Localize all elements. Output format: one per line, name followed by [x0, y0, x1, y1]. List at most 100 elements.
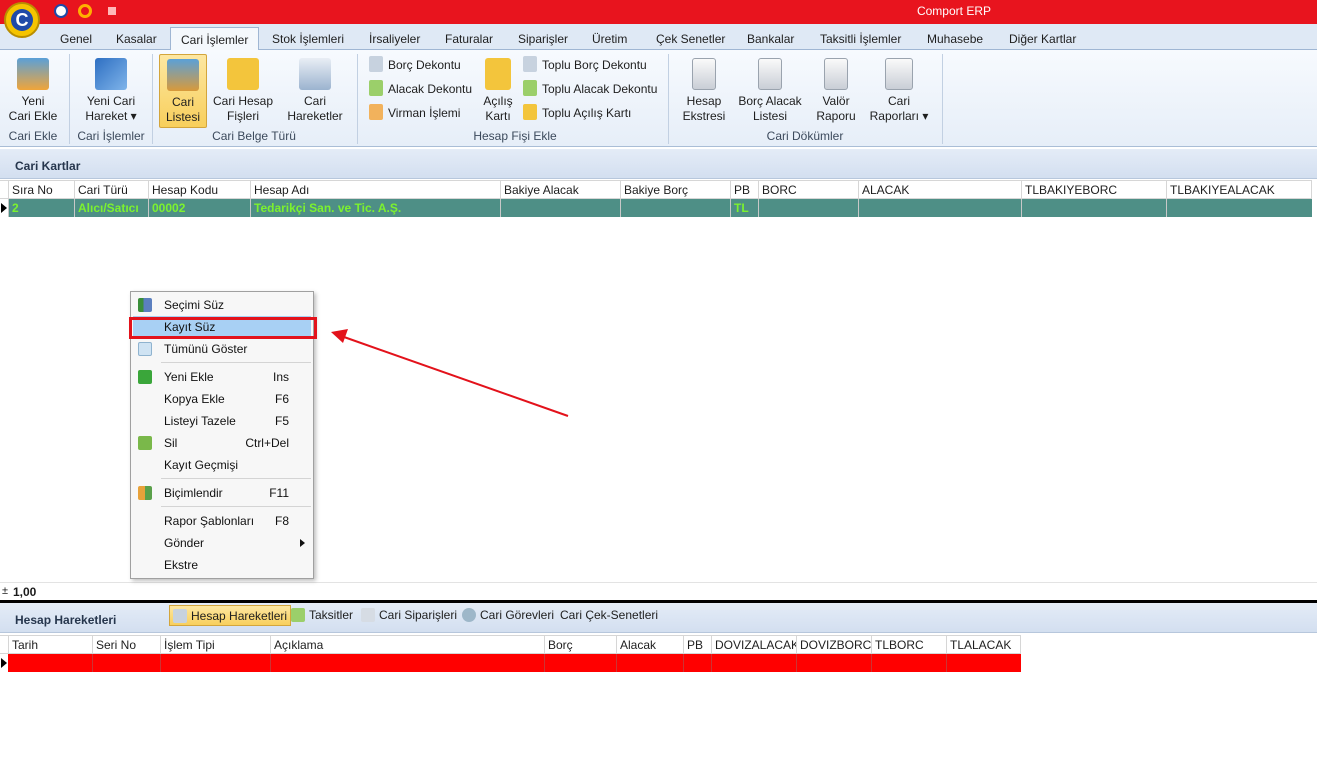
column-header[interactable]: Sıra No — [8, 181, 74, 199]
ribbon: Yeni Cari Ekle Cari Ekle Yeni Cari Harek… — [0, 50, 1317, 147]
tasks-icon — [462, 608, 476, 622]
tab-cek-senetler[interactable]: Çek Senetler — [646, 27, 735, 50]
column-header[interactable]: PB — [730, 181, 758, 199]
column-header[interactable]: Açıklama — [270, 636, 544, 654]
delete-icon — [138, 436, 152, 450]
column-header[interactable]: Cari Türü — [74, 181, 148, 199]
user-add-icon — [17, 58, 49, 90]
sub-tab-cari-gorevleri[interactable]: Cari Görevleri — [459, 605, 557, 626]
menu-item-listeyi-tazele[interactable]: Listeyi Tazele F5 — [133, 410, 311, 432]
ledger-icon — [173, 609, 187, 623]
tab-kasalar[interactable]: Kasalar — [106, 27, 167, 50]
column-header[interactable]: Tarih — [8, 636, 92, 654]
app-logo[interactable]: C — [4, 2, 40, 38]
documents-icon — [299, 58, 331, 90]
group-label-cari-islemler: Cari İşlemler — [77, 129, 145, 143]
refresh-icon[interactable] — [78, 4, 92, 18]
menu-item-gonder[interactable]: Gönder — [133, 532, 311, 554]
sub-tab-cari-cek-senetleri[interactable]: Cari Çek-Senetleri — [557, 605, 661, 626]
tab-diger-kartlar[interactable]: Diğer Kartlar — [999, 27, 1086, 50]
tab-irsaliyeler[interactable]: İrsaliyeler — [359, 27, 430, 50]
format-grid-icon — [138, 486, 152, 500]
order-icon — [361, 608, 375, 622]
tab-muhasebe[interactable]: Muhasebe — [917, 27, 993, 50]
menu-item-rapor-sablonlari[interactable]: Rapor Şablonları F8 — [133, 510, 311, 532]
hesap-ekstresi-button[interactable]: Hesap Ekstresi — [680, 54, 728, 126]
grid-footer: ± 1,00 — [0, 582, 1317, 600]
column-header[interactable]: PB — [683, 636, 711, 654]
tab-siparisler[interactable]: Siparişler — [508, 27, 578, 50]
column-header[interactable]: Bakiye Alacak — [500, 181, 620, 199]
menu-item-kayit-gecmisi[interactable]: Kayıt Geçmişi — [133, 454, 311, 476]
report-icon — [692, 58, 716, 90]
column-header[interactable]: Seri No — [92, 636, 160, 654]
cari-raporlari-button[interactable]: Cari Raporları ▾ — [866, 54, 932, 126]
column-header[interactable]: Borç — [544, 636, 616, 654]
ribbon-tabs: Genel Kasalar Cari İşlemler Stok İşlemle… — [0, 24, 1317, 50]
column-header[interactable]: TLBORC — [871, 636, 946, 654]
annotation-highlight-box — [129, 317, 317, 339]
dropdown-icon[interactable] — [108, 7, 116, 15]
valor-raporu-button[interactable]: Valör Raporu — [812, 54, 860, 126]
tab-taksitli-islemler[interactable]: Taksitli İşlemler — [810, 27, 911, 50]
document-icon — [369, 56, 383, 72]
tab-genel[interactable]: Genel — [50, 27, 102, 50]
column-header[interactable]: Alacak — [616, 636, 683, 654]
puzzle-icon — [227, 58, 259, 90]
tab-faturalar[interactable]: Faturalar — [435, 27, 503, 50]
column-header[interactable]: İşlem Tipi — [160, 636, 270, 654]
column-header[interactable]: ALACAK — [858, 181, 1021, 199]
menu-item-kopya-ekle[interactable]: Kopya Ekle F6 — [133, 388, 311, 410]
menu-item-tumunu-goster[interactable]: Tümünü Göster — [133, 338, 311, 360]
virman-islemi-button[interactable]: Virman İşlemi — [369, 103, 460, 123]
menu-item-ekstre[interactable]: Ekstre — [133, 554, 311, 576]
menu-item-yeni-ekle[interactable]: Yeni Ekle Ins — [133, 366, 311, 388]
tab-stok-islemleri[interactable]: Stok İşlemleri — [262, 27, 354, 50]
borc-alacak-listesi-button[interactable]: Borç Alacak Listesi — [736, 54, 804, 126]
column-header[interactable]: Bakiye Borç — [620, 181, 730, 199]
toplu-borc-dekontu-button[interactable]: Toplu Borç Dekontu — [523, 55, 647, 75]
footer-total: 1,00 — [13, 585, 37, 599]
filter-selection-icon — [138, 298, 152, 312]
column-header[interactable]: Hesap Adı — [250, 181, 500, 199]
column-header[interactable]: TLBAKIYEALACAK — [1166, 181, 1312, 199]
cari-hesap-fisleri-button[interactable]: Cari Hesap Fişleri — [212, 54, 274, 126]
sub-tab-cari-siparisleri[interactable]: Cari Siparişleri — [358, 605, 460, 626]
yeni-cari-hareket-button[interactable]: Yeni Cari Hareket ▾ — [78, 54, 144, 126]
bookmarks-icon — [523, 104, 537, 120]
report-icon — [758, 58, 782, 90]
sub-tab-hesap-hareketleri[interactable]: Hesap Hareketleri — [169, 605, 292, 626]
calendar-icon — [291, 608, 305, 622]
column-header[interactable]: BORC — [758, 181, 858, 199]
hesap-hareketleri-grid-header: Tarih Seri No İşlem Tipi Açıklama Borç A… — [0, 635, 1021, 654]
borc-dekontu-button[interactable]: Borç Dekontu — [369, 55, 461, 75]
column-header[interactable]: TLBAKIYEBORC — [1021, 181, 1166, 199]
info-icon[interactable] — [54, 4, 68, 18]
menu-item-sil[interactable]: Sil Ctrl+Del — [133, 432, 311, 454]
sum-icon: ± — [2, 585, 9, 597]
group-label-cari-belge-turu: Cari Belge Türü — [212, 129, 296, 143]
cari-hareketler-button[interactable]: Cari Hareketler — [284, 54, 346, 126]
tab-bankalar[interactable]: Bankalar — [737, 27, 804, 50]
menu-item-bicimlendir[interactable]: Biçimlendir F11 — [133, 482, 311, 504]
column-header[interactable]: DOVIZALACAK — [711, 636, 796, 654]
table-row[interactable]: 2 Alıcı/Satıcı 00002 Tedarikçi San. ve T… — [0, 199, 1312, 217]
cari-listesi-button[interactable]: Cari Listesi — [159, 54, 207, 128]
column-header[interactable]: TLALACAK — [946, 636, 1021, 654]
toplu-alacak-dekontu-button[interactable]: Toplu Alacak Dekontu — [523, 79, 657, 99]
tab-uretim[interactable]: Üretim — [582, 27, 637, 50]
menu-item-secimi-suz[interactable]: Seçimi Süz — [133, 294, 311, 316]
column-header[interactable]: Hesap Kodu — [148, 181, 250, 199]
reports-stack-icon — [885, 58, 913, 90]
group-label-hesap-fisi-ekle: Hesap Fişi Ekle — [473, 129, 557, 143]
sub-tab-taksitler[interactable]: Taksitler — [288, 605, 356, 626]
acilis-karti-button[interactable]: Açılış Kartı — [478, 54, 518, 126]
column-header[interactable]: DOVIZBORC — [796, 636, 871, 654]
table-row[interactable] — [0, 654, 1021, 672]
documents-stack-icon — [523, 56, 537, 72]
tab-cari-islemler[interactable]: Cari İşlemler — [170, 27, 260, 50]
yeni-cari-ekle-button[interactable]: Yeni Cari Ekle — [6, 54, 60, 126]
alacak-dekontu-button[interactable]: Alacak Dekontu — [369, 79, 472, 99]
documents-green-icon — [523, 80, 537, 96]
toplu-acilis-karti-button[interactable]: Toplu Açılış Kartı — [523, 103, 631, 123]
